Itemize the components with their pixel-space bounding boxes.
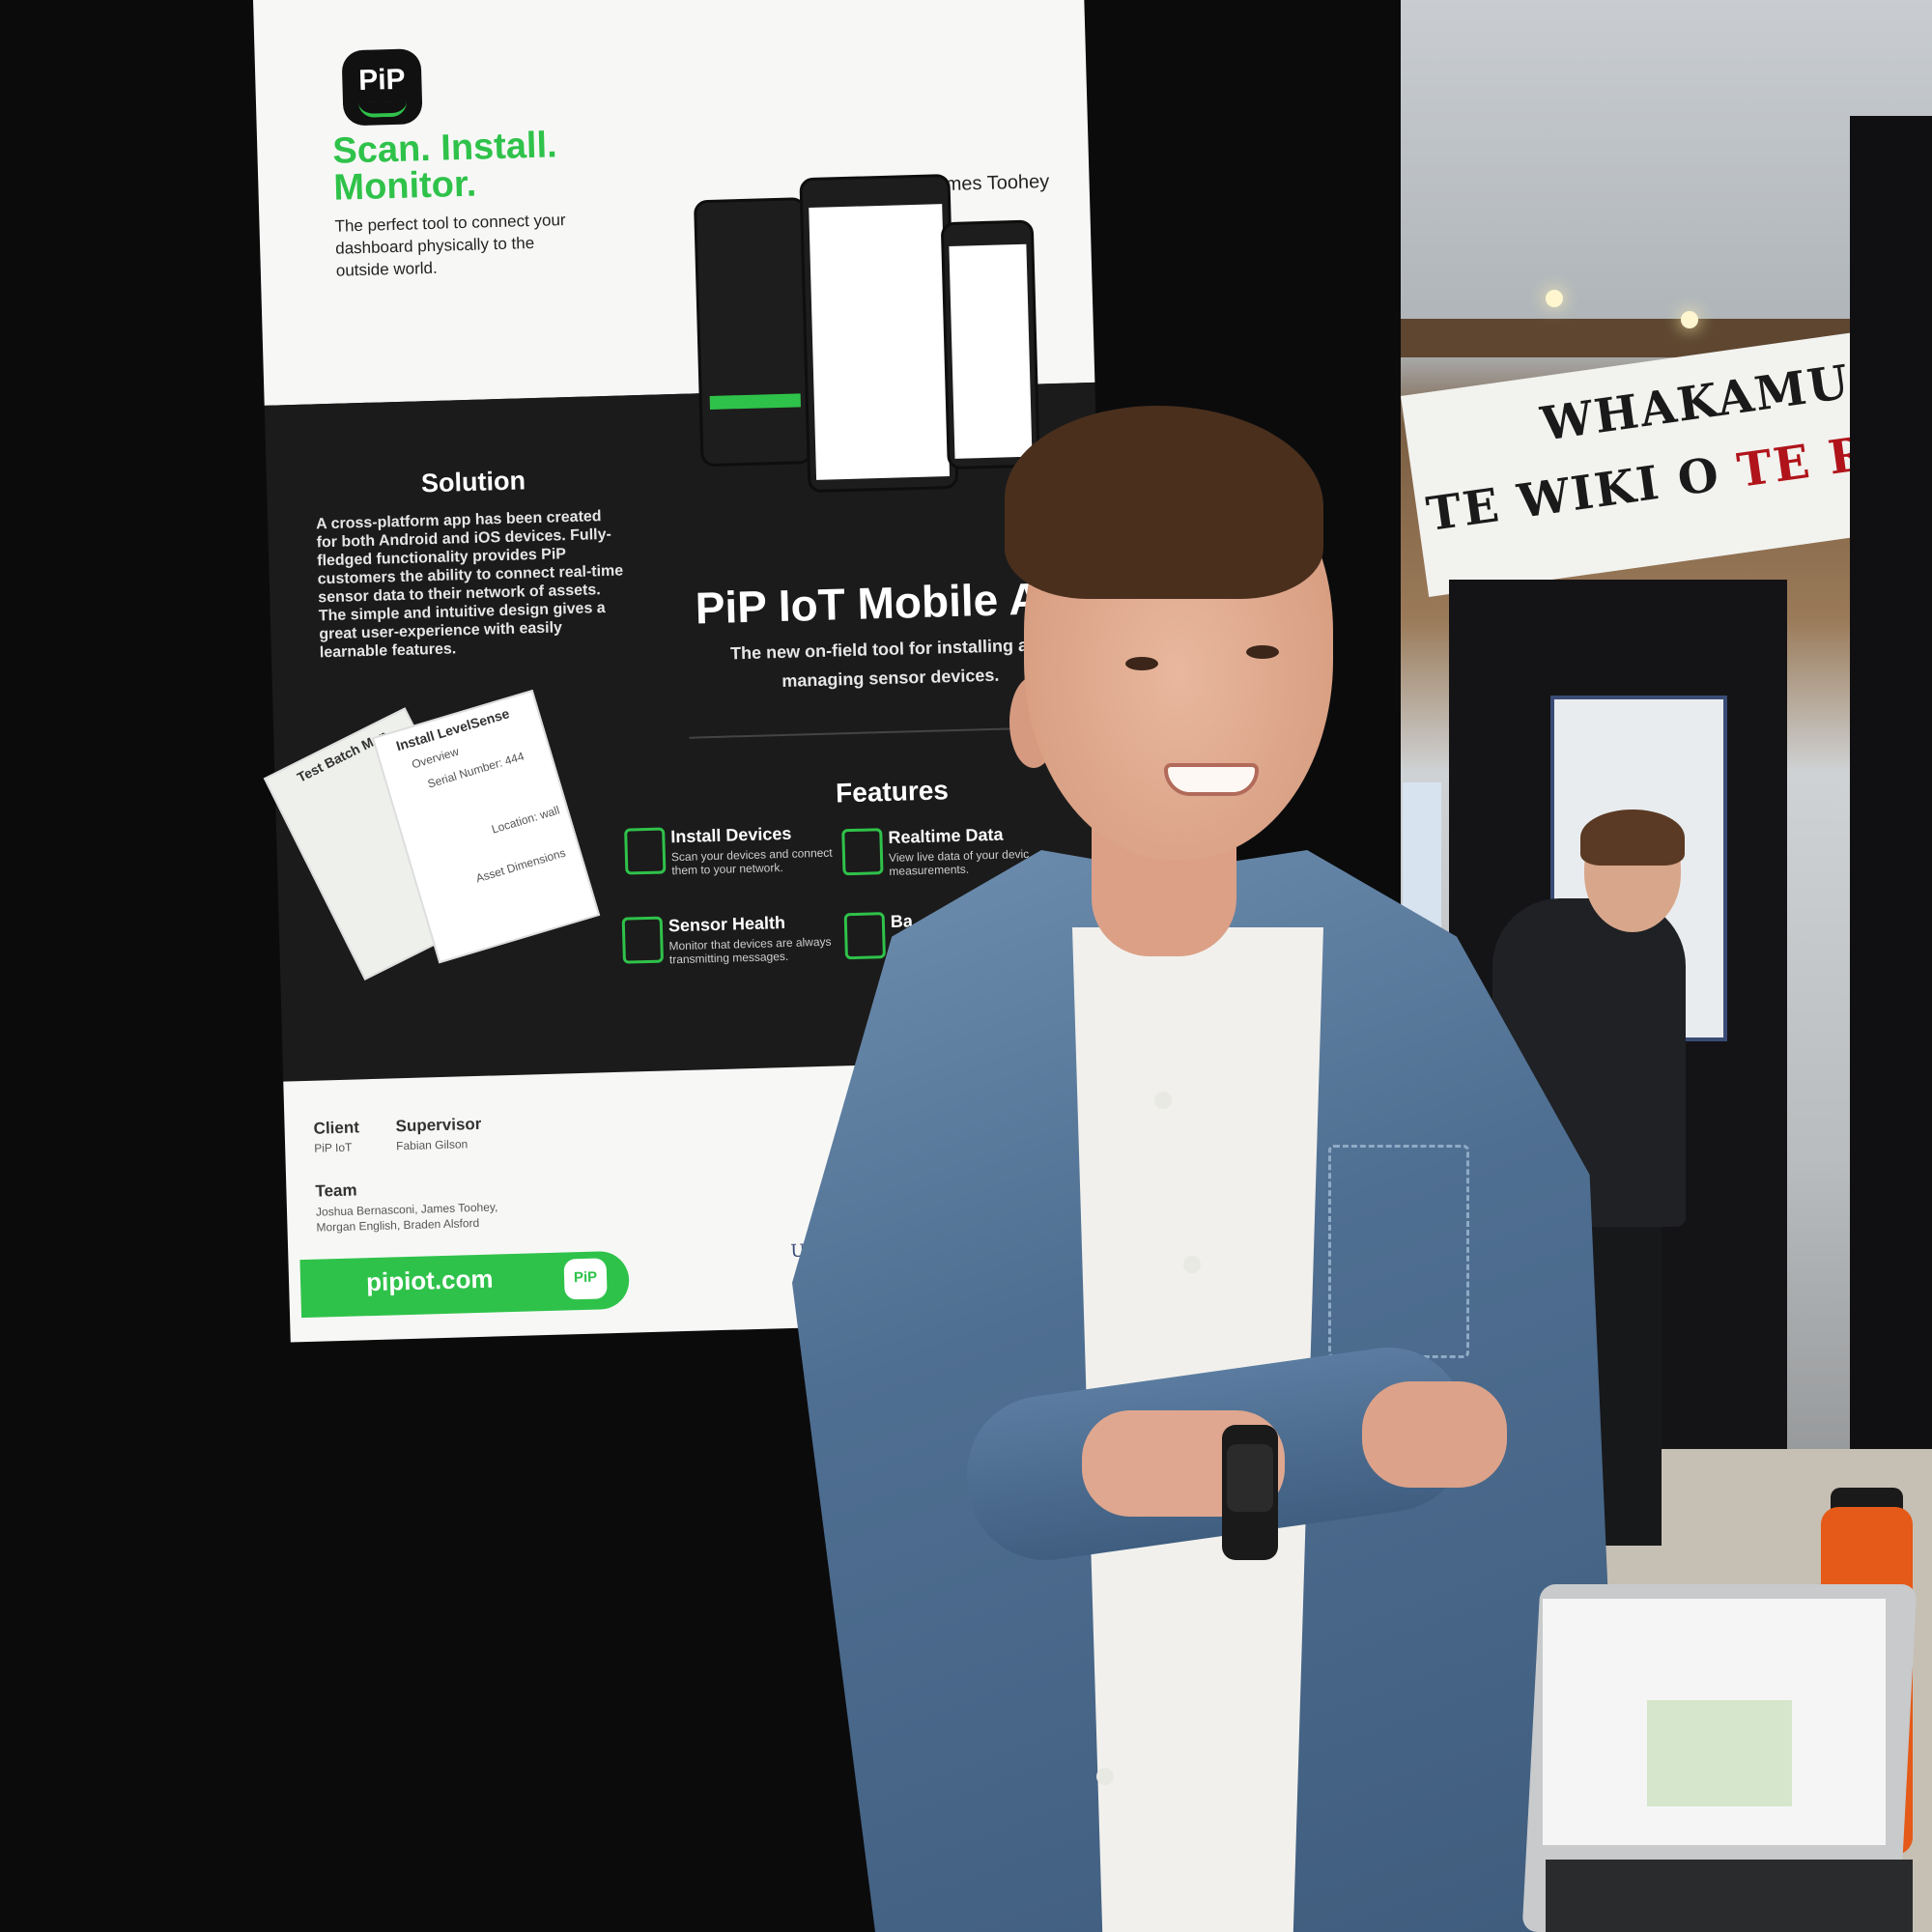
poster-subline: The perfect tool to connect your dashboa… [334,211,566,280]
feature-desc: Monitor that devices are always transmit… [668,934,832,967]
phone-login-button [709,393,801,410]
poster-url: pipiot.com [365,1264,494,1297]
banner-line2-a: TE WIKI O [1423,444,1742,543]
features-title: Features [835,775,950,809]
signal-icon [841,828,884,876]
supervisor-label: Supervisor [395,1114,482,1136]
team-label: Team [315,1180,357,1201]
solution-title: Solution [420,466,526,498]
pip-logo-small: PiP [563,1258,608,1300]
shirt-pocket [1328,1145,1469,1358]
feature-desc: Scan your devices and connect them to yo… [670,845,833,878]
background-person-hair [1580,810,1685,866]
laptop-keyboard [1546,1860,1913,1932]
team-value: Joshua Bernasconi, James Toohey, Morgan … [315,1200,498,1235]
ceiling-light [1546,290,1563,307]
feature-title: Install Devices [670,823,792,847]
solution-body: A cross-platform app has been created fo… [315,508,624,662]
phone-mockup-features [940,219,1040,470]
shirt-button [1154,1092,1172,1109]
person-eye [1125,657,1158,670]
client-label: Client [313,1118,360,1138]
feature-title: Sensor Health [668,912,786,936]
person-eye [1246,645,1279,659]
health-icon [621,916,664,964]
shirt-button [1096,1768,1114,1785]
supervisor-value: Fabian Gilson [395,1137,469,1153]
pip-logo-text: PiP [357,63,406,97]
banner-line2: TE WIKI O TE REO MAORI [1423,385,1879,543]
phone-screen [809,204,951,480]
feature-title: Realtime Data [888,824,1004,847]
person-smile [1164,763,1259,796]
person-hand [1362,1381,1507,1488]
person-hair [1005,406,1323,599]
walker-icon [624,827,667,875]
phone-mockup-device [799,173,959,494]
pip-logo-smile [358,100,408,118]
laptop-map-view [1647,1700,1792,1806]
ceiling-light [1681,311,1698,328]
battery-icon [843,912,886,960]
shirt-button [1183,1256,1201,1273]
phone-mockup-login [693,197,813,468]
phone-screen [949,243,1033,459]
smartwatch-face [1227,1444,1273,1512]
poster-tagline: Scan. Install. Monitor. [331,125,558,209]
pip-logo: PiP [341,48,423,127]
client-value: PiP IoT [314,1140,353,1155]
